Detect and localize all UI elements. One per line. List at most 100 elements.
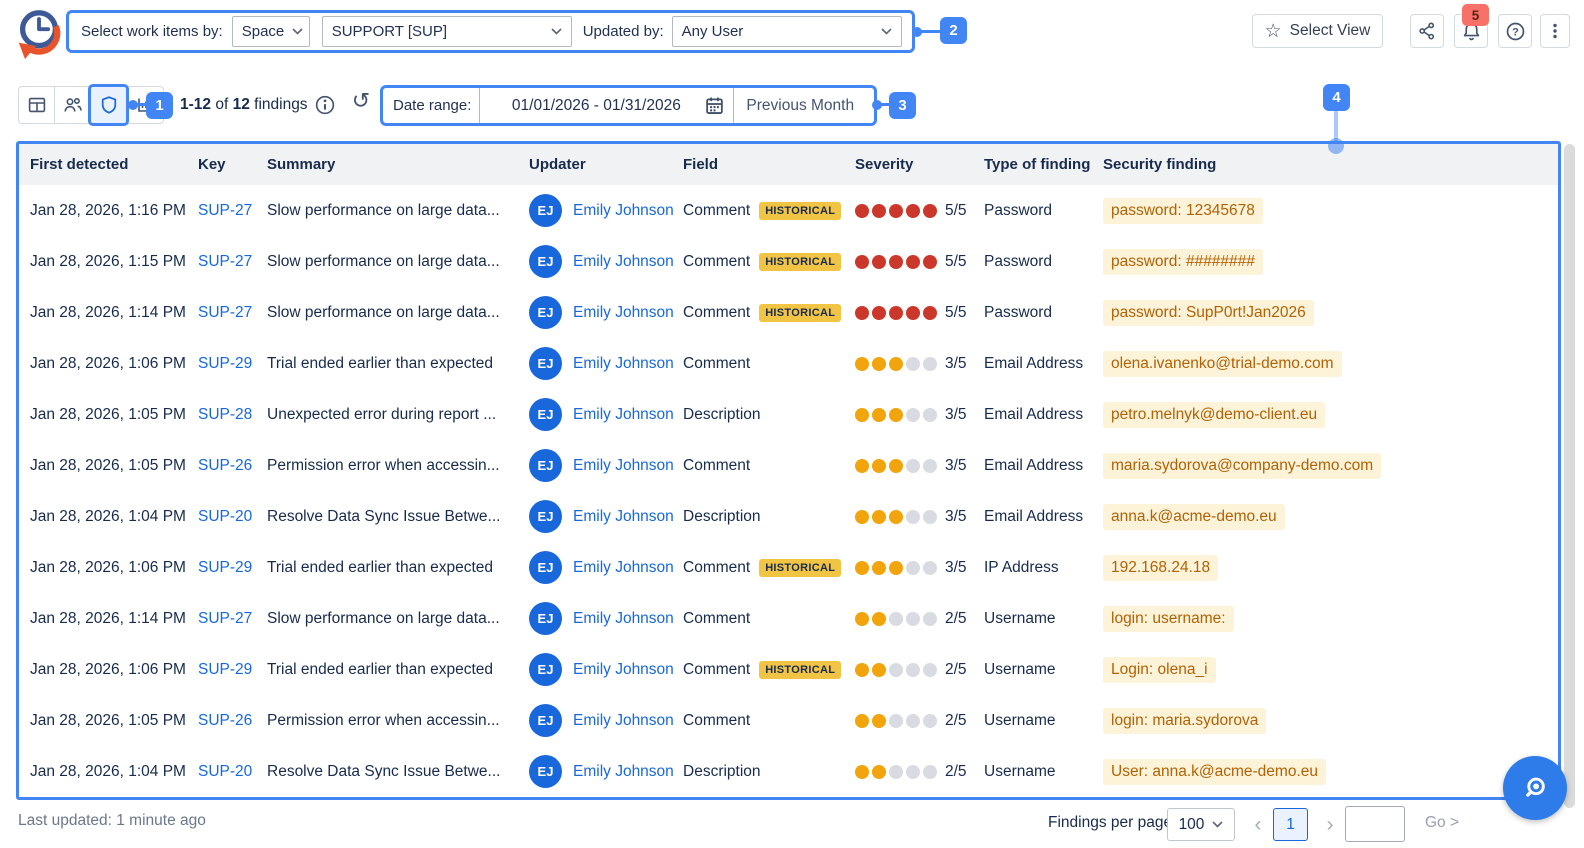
floating-scanner-button[interactable]: [1503, 756, 1567, 820]
issue-key-link[interactable]: SUP-27: [198, 202, 252, 219]
help-icon: ?: [1506, 22, 1524, 40]
mode-dropdown[interactable]: Space: [231, 16, 310, 47]
table-row[interactable]: Jan 28, 2026, 1:05 PM SUP-26 Permission …: [19, 695, 1558, 746]
severity-dots: [855, 407, 940, 422]
current-page-button[interactable]: 1: [1273, 808, 1308, 841]
refresh-button[interactable]: ↺: [349, 89, 373, 113]
severity-label: 3/5: [945, 507, 967, 525]
severity-dot: [923, 509, 937, 524]
table-row[interactable]: Jan 28, 2026, 1:06 PM SUP-29 Trial ended…: [19, 644, 1558, 695]
select-view-button[interactable]: ☆ Select View: [1252, 14, 1383, 48]
severity-label: 2/5: [945, 660, 967, 678]
updated-by-dropdown[interactable]: Any User: [671, 16, 902, 47]
table-row[interactable]: Jan 28, 2026, 1:04 PM SUP-20 Resolve Dat…: [19, 746, 1558, 797]
updater-link[interactable]: Emily Johnson: [573, 355, 674, 373]
severity-dot: [906, 764, 920, 779]
issue-key-link[interactable]: SUP-20: [198, 508, 252, 525]
issue-key-link[interactable]: SUP-27: [198, 304, 252, 321]
table-view-button[interactable]: [19, 87, 55, 123]
column-header[interactable]: Updater: [529, 156, 683, 173]
updater-link[interactable]: Emily Johnson: [573, 508, 674, 526]
severity-dot: [855, 458, 869, 473]
issue-key-link[interactable]: SUP-29: [198, 355, 252, 372]
more-actions-button[interactable]: [1540, 14, 1570, 48]
column-header[interactable]: Summary: [267, 156, 529, 173]
vertical-scrollbar[interactable]: [1564, 144, 1575, 808]
issue-key-link[interactable]: SUP-26: [198, 457, 252, 474]
date-range-input[interactable]: 01/01/2026 - 01/31/2026: [479, 88, 735, 123]
severity-dot: [855, 407, 869, 422]
per-page-dropdown[interactable]: 100: [1167, 808, 1235, 841]
issue-key-link[interactable]: SUP-28: [198, 406, 252, 423]
updater-link[interactable]: Emily Johnson: [573, 406, 674, 424]
previous-month-preset[interactable]: Previous Month: [746, 97, 854, 115]
previous-page-button[interactable]: ‹: [1248, 808, 1268, 841]
table-row[interactable]: Jan 28, 2026, 1:16 PM SUP-27 Slow perfor…: [19, 185, 1558, 236]
security-view-button[interactable]: [91, 87, 127, 123]
issue-key-link[interactable]: SUP-29: [198, 661, 252, 678]
severity-dot: [872, 662, 886, 677]
table-row[interactable]: Jan 28, 2026, 1:04 PM SUP-20 Resolve Dat…: [19, 491, 1558, 542]
table-row[interactable]: Jan 28, 2026, 1:06 PM SUP-29 Trial ended…: [19, 338, 1558, 389]
updater-link[interactable]: Emily Johnson: [573, 304, 674, 322]
table-row[interactable]: Jan 28, 2026, 1:15 PM SUP-27 Slow perfor…: [19, 236, 1558, 287]
column-header[interactable]: Severity: [855, 156, 984, 173]
table-row[interactable]: Jan 28, 2026, 1:14 PM SUP-27 Slow perfor…: [19, 593, 1558, 644]
avatar: EJ: [529, 755, 562, 788]
column-header[interactable]: Type of finding: [984, 156, 1103, 173]
go-to-page-input[interactable]: [1345, 806, 1405, 842]
security-finding-value: petro.melnyk@demo-client.eu: [1103, 401, 1326, 428]
updater-link[interactable]: Emily Johnson: [573, 610, 674, 628]
help-button[interactable]: ?: [1498, 14, 1532, 48]
annotation-badge-3: 3: [889, 92, 916, 119]
severity-dot: [889, 560, 903, 575]
issue-key-link[interactable]: SUP-20: [198, 763, 252, 780]
severity-label: 2/5: [945, 762, 967, 780]
severity-dot: [906, 560, 920, 575]
severity-dots: [855, 764, 940, 779]
info-button[interactable]: [313, 93, 337, 117]
issue-key-link[interactable]: SUP-27: [198, 610, 252, 627]
table-row[interactable]: Jan 28, 2026, 1:05 PM SUP-26 Permission …: [19, 440, 1558, 491]
updater-link[interactable]: Emily Johnson: [573, 712, 674, 730]
space-dropdown[interactable]: SUPPORT [SUP]: [321, 16, 572, 47]
table-row[interactable]: Jan 28, 2026, 1:14 PM SUP-27 Slow perfor…: [19, 287, 1558, 338]
issue-key-link[interactable]: SUP-29: [198, 559, 252, 576]
updater-link[interactable]: Emily Johnson: [573, 457, 674, 475]
share-button[interactable]: [1410, 14, 1444, 48]
column-header[interactable]: Key: [198, 156, 267, 173]
historical-badge: HISTORICAL: [759, 252, 842, 271]
work-item-filter-annotation-box: Select work items by: Space SUPPORT [SUP…: [66, 10, 915, 53]
chevron-down-icon: [551, 28, 562, 35]
severity-dot: [855, 713, 869, 728]
updater-link[interactable]: Emily Johnson: [573, 202, 674, 220]
updater-link[interactable]: Emily Johnson: [573, 559, 674, 577]
finding-type-cell: Username: [984, 660, 1056, 678]
severity-dot: [923, 254, 937, 269]
severity-dot: [872, 203, 886, 218]
severity-dot: [923, 662, 937, 677]
next-page-button[interactable]: ›: [1320, 808, 1340, 841]
column-header[interactable]: Field: [683, 156, 855, 173]
updater-link[interactable]: Emily Johnson: [573, 661, 674, 679]
calendar-icon[interactable]: [704, 95, 725, 116]
updater-link[interactable]: Emily Johnson: [573, 253, 674, 271]
issue-key-link[interactable]: SUP-26: [198, 712, 252, 729]
column-header[interactable]: First detected: [30, 156, 198, 173]
table-row[interactable]: Jan 28, 2026, 1:05 PM SUP-28 Unexpected …: [19, 389, 1558, 440]
avatar: EJ: [529, 245, 562, 278]
updater-link[interactable]: Emily Johnson: [573, 763, 674, 781]
annotation-badge-4: 4: [1323, 84, 1350, 111]
people-view-button[interactable]: [55, 87, 91, 123]
historical-badge: HISTORICAL: [759, 660, 842, 679]
severity-label: 2/5: [945, 609, 967, 627]
severity-dots: [855, 662, 940, 677]
column-header[interactable]: Security finding: [1103, 156, 1558, 173]
table-row[interactable]: Jan 28, 2026, 1:06 PM SUP-29 Trial ended…: [19, 542, 1558, 593]
field-cell: Description: [683, 405, 761, 423]
first-detected-cell: Jan 28, 2026, 1:14 PM: [30, 609, 186, 627]
issue-key-link[interactable]: SUP-27: [198, 253, 252, 270]
severity-dot: [889, 458, 903, 473]
severity-dot: [872, 509, 886, 524]
go-button[interactable]: Go >: [1425, 814, 1459, 832]
